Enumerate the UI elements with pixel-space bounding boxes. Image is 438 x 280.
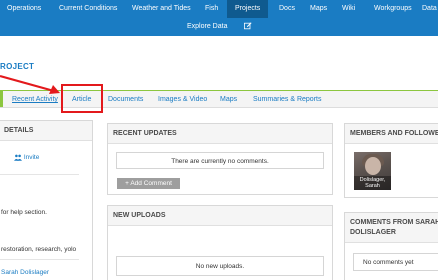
divider [0,174,79,175]
nav-maps[interactable]: Maps [306,0,331,18]
nav-data[interactable]: Data [418,0,438,18]
details-panel: DETAILS Invite for help section. restora… [0,120,93,280]
nav-wiki[interactable]: Wiki [338,0,359,18]
avatar-face [365,157,381,175]
comments-from-panel: COMMENTS FROM SARAH DOLISLAGER No commen… [344,212,438,280]
no-uploads-message: No new uploads. [116,256,324,276]
annotation-highlight-box [61,84,103,113]
nav-projects[interactable]: Projects [227,0,269,18]
tags-text: restoration, research, yolo [1,246,77,253]
avatar[interactable]: Dolislager, Sarah [354,152,391,190]
tab-summaries-reports[interactable]: Summaries & Reports [253,91,321,109]
tab-maps[interactable]: Maps [220,91,237,109]
comments-from-title-line1: COMMENTS FROM SARAH [350,219,438,226]
tab-images-video[interactable]: Images & Video [158,91,207,109]
help-text: for help section. [1,209,47,216]
no-comments-yet-message: No comments yet [353,253,438,271]
details-panel-title: DETAILS [0,121,92,141]
tab-documents[interactable]: Documents [108,91,143,109]
nav-current-conditions[interactable]: Current Conditions [55,0,121,18]
invite-button[interactable]: Invite [14,154,39,161]
nav-docs[interactable]: Docs [275,0,299,18]
owner-link[interactable]: Sarah Dolislager [1,269,49,276]
nav-workgroups[interactable]: Workgroups [370,0,416,18]
nav-operations[interactable]: Operations [3,0,45,18]
nav-fish[interactable]: Fish [201,0,222,18]
member-name: Dolislager, Sarah [354,176,391,190]
nav-explore-data[interactable]: Explore Data [183,18,231,36]
recent-updates-panel: RECENT UPDATES There are currently no co… [107,123,333,195]
nav-weather-and-tides[interactable]: Weather and Tides [128,0,195,18]
invite-label: Invite [23,154,40,162]
add-comment-button[interactable]: + Add Comment [117,178,180,189]
add-comment-label: Add Comment [130,180,172,187]
recent-updates-title: RECENT UPDATES [108,124,332,144]
new-uploads-title: NEW UPLOADS [108,206,332,226]
members-panel: MEMBERS AND FOLLOWE Dolislager, Sarah [344,123,438,198]
users-icon [14,154,24,161]
members-title: MEMBERS AND FOLLOWE [345,124,438,144]
no-comments-message: There are currently no comments. [116,152,324,169]
edit-icon[interactable] [240,18,256,36]
plus-icon: + [125,180,129,187]
comments-from-title: COMMENTS FROM SARAH DOLISLAGER [345,213,438,243]
new-uploads-panel: NEW UPLOADS No new uploads. [107,205,333,280]
comments-from-title-line2: DOLISLAGER [350,229,396,236]
top-navigation: Operations Current Conditions Weather an… [0,0,438,36]
divider [0,259,79,260]
annotation-arrow [0,74,60,94]
